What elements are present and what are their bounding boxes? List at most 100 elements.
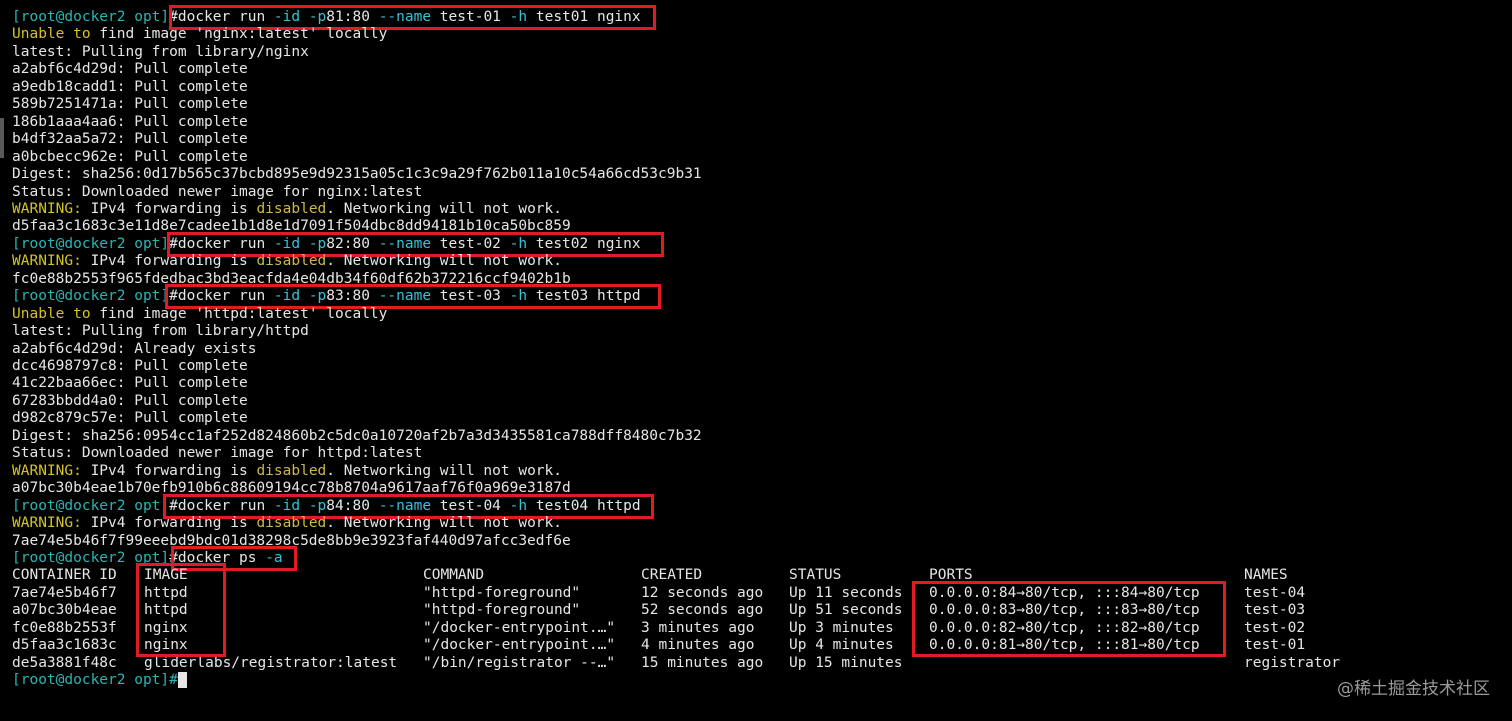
output-line: Unable to find image 'nginx:latest' loca… xyxy=(12,26,387,43)
output-token: latest: Pulling from library/nginx xyxy=(12,44,309,60)
output-token: disabled xyxy=(256,463,327,479)
output-line: Unable to find image 'httpd:latest' loca… xyxy=(12,306,387,323)
final-prompt-line[interactable]: [root@docker2 opt]# xyxy=(12,672,187,689)
output-line: WARNING: IPv4 forwarding is disabled. Ne… xyxy=(12,201,562,218)
output-line: dcc4698797c8: Pull complete xyxy=(12,358,248,375)
cell-command: "/bin/registrator --…" xyxy=(423,655,616,671)
output-line: latest: Pulling from library/nginx xyxy=(12,44,309,61)
scroll-indicator xyxy=(0,118,4,158)
cell-created: 52 seconds ago xyxy=(641,602,764,618)
column-highlight-box xyxy=(136,563,226,657)
output-token: WARNING: xyxy=(12,515,82,531)
output-token: dcc4698797c8: Pull complete xyxy=(12,358,248,374)
output-token: . Networking will not work. xyxy=(326,253,562,269)
prompt-text: [root@docker2 opt]# xyxy=(12,672,178,688)
header-container-id: CONTAINER ID xyxy=(12,567,117,583)
output-token: IPv4 forwarding is xyxy=(81,253,257,269)
cell-container-id: fc0e88b2553f xyxy=(12,620,117,636)
cell-created: 12 seconds ago xyxy=(641,585,764,601)
output-line: a2abf6c4d29d: Already exists xyxy=(12,341,256,358)
output-line: WARNING: IPv4 forwarding is disabled. Ne… xyxy=(12,515,562,532)
output-line: WARNING: IPv4 forwarding is disabled. Ne… xyxy=(12,253,562,270)
output-token: WARNING: xyxy=(12,253,82,269)
cell-command: "/docker-entrypoint.…" xyxy=(423,620,616,636)
cell-created: 3 minutes ago xyxy=(641,620,755,636)
output-line: a9edb18cadd1: Pull complete xyxy=(12,79,248,96)
prompt-text: [root@docker2 opt] xyxy=(12,236,170,252)
output-line: 41c22baa66ec: Pull complete xyxy=(12,375,248,392)
cell-command: "/docker-entrypoint.…" xyxy=(423,637,616,653)
cell-status: Up 4 minutes xyxy=(789,637,894,653)
output-line: Status: Downloaded newer image for httpd… xyxy=(12,445,422,462)
output-token: WARNING: xyxy=(12,463,82,479)
cell-image: gliderlabs/registrator:latest xyxy=(144,655,398,671)
output-line: WARNING: IPv4 forwarding is disabled. Ne… xyxy=(12,463,562,480)
cell-status: Up 11 seconds xyxy=(789,585,903,601)
output-token: IPv4 forwarding is xyxy=(81,201,257,217)
output-token: d982c879c57e: Pull complete xyxy=(12,410,248,426)
cell-names: test-02 xyxy=(1244,620,1306,636)
header-command: COMMAND xyxy=(423,567,485,583)
output-token: find image 'nginx:latest' locally xyxy=(90,26,388,42)
prompt-text: [root@docker2 opt] xyxy=(12,288,170,304)
output-line: 589b7251471a: Pull complete xyxy=(12,96,248,113)
output-token: . Networking will not work. xyxy=(326,515,562,531)
cell-names: test-04 xyxy=(1244,585,1306,601)
output-line: a2abf6c4d29d: Pull complete xyxy=(12,61,248,78)
table-header: CONTAINER ID IMAGE COMMAND CREATED STATUS POR… xyxy=(12,567,1502,584)
output-token: a9edb18cadd1: Pull complete xyxy=(12,79,248,95)
table-row: de5a3881f48c gliderlabs/registrator:lates… xyxy=(12,655,1502,672)
cell-created: 4 minutes ago xyxy=(641,637,755,653)
cell-status: Up 3 minutes xyxy=(789,620,894,636)
output-token: a0bcbecc962e: Pull complete xyxy=(12,149,248,165)
output-line: 67283bbdd4a0: Pull complete xyxy=(12,393,248,410)
output-line: Status: Downloaded newer image for nginx… xyxy=(12,184,422,201)
output-token: 186b1aaa4aa6: Pull complete xyxy=(12,114,248,130)
output-token: a2abf6c4d29d: Already exists xyxy=(12,341,257,357)
output-token: . Networking will not work. xyxy=(326,463,562,479)
output-token: find image 'httpd:latest' locally xyxy=(90,306,388,322)
cell-command: "httpd-foreground" xyxy=(423,585,581,601)
cell-command: "httpd-foreground" xyxy=(423,602,581,618)
cell-container-id: a07bc30b4eae xyxy=(12,602,117,618)
output-line: 186b1aaa4aa6: Pull complete xyxy=(12,114,248,131)
output-line: Digest: sha256:0d17b565c37bcbd895e9d9231… xyxy=(12,166,702,183)
output-token: Digest: sha256:0d17b565c37bcbd895e9d9231… xyxy=(12,166,702,182)
header-created: CREATED xyxy=(641,567,703,583)
output-token: Status: Downloaded newer image for nginx… xyxy=(12,184,423,200)
output-line: latest: Pulling from library/httpd xyxy=(12,323,309,340)
terminal-window[interactable]: [root@docker2 opt]#docker run -id -p81:8… xyxy=(0,0,1512,721)
prompt-text: [root@docker2 opt] xyxy=(12,498,170,514)
cell-created: 15 minutes ago xyxy=(641,655,764,671)
output-token: WARNING: xyxy=(12,201,82,217)
output-token: Digest: sha256:0954cc1af252d824860b2c5dc… xyxy=(12,428,702,444)
output-line: a0bcbecc962e: Pull complete xyxy=(12,149,248,166)
cell-status: Up 51 seconds xyxy=(789,602,903,618)
cell-container-id: de5a3881f48c xyxy=(12,655,117,671)
output-line: d982c879c57e: Pull complete xyxy=(12,410,248,427)
cell-names: test-03 xyxy=(1244,602,1306,618)
output-token: IPv4 forwarding is xyxy=(81,515,257,531)
watermark: @稀土掘金技术社区 xyxy=(1337,679,1490,699)
cell-container-id: 7ae74e5b46f7 xyxy=(12,585,117,601)
prompt-text: [root@docker2 opt] xyxy=(12,9,170,25)
output-token: 41c22baa66ec: Pull complete xyxy=(12,375,248,391)
output-token: b4df32aa5a72: Pull complete xyxy=(12,131,248,147)
output-token: a2abf6c4d29d: Pull complete xyxy=(12,61,248,77)
table-row: fc0e88b2553f nginx "/docker-entrypoint.…" 3… xyxy=(12,620,1502,637)
table-row: 7ae74e5b46f7 httpd "httpd-foreground" 12 se… xyxy=(12,585,1502,602)
table-row: d5faa3c1683c nginx "/docker-entrypoint.…" 4… xyxy=(12,637,1502,654)
cell-names: registrator xyxy=(1244,655,1341,671)
output-line: Digest: sha256:0954cc1af252d824860b2c5dc… xyxy=(12,428,702,445)
table-row: a07bc30b4eae httpd "httpd-foreground" 52 se… xyxy=(12,602,1502,619)
header-status: STATUS xyxy=(789,567,842,583)
output-token: Unable to xyxy=(12,26,91,42)
cell-status: Up 15 minutes xyxy=(789,655,903,671)
header-names: NAMES xyxy=(1244,567,1288,583)
output-token: 67283bbdd4a0: Pull complete xyxy=(12,393,248,409)
cell-container-id: d5faa3c1683c xyxy=(12,637,117,653)
output-token: disabled xyxy=(256,201,327,217)
output-token: disabled xyxy=(256,253,327,269)
output-token: 589b7251471a: Pull complete xyxy=(12,96,248,112)
column-highlight-box xyxy=(912,581,1226,657)
